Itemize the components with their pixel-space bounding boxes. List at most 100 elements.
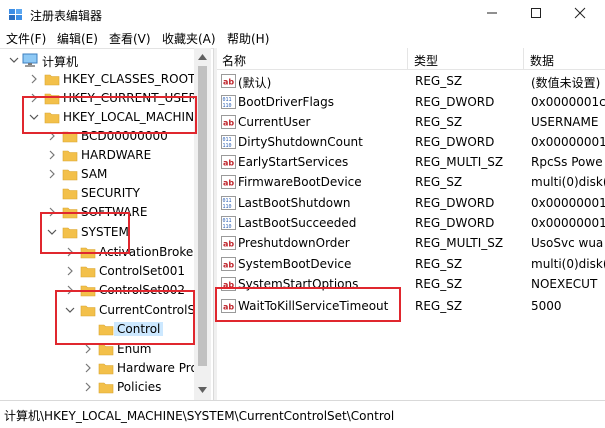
chevron-down-icon[interactable]: [46, 226, 58, 238]
value-row[interactable]: ab FirmwareBootDevice REG_SZ multi(0)dis…: [217, 172, 605, 192]
chevron-right-icon[interactable]: [46, 130, 58, 142]
window-title: 注册表编辑器: [30, 9, 103, 23]
value-row[interactable]: 011 110 LastBootSucceeded REG_DWORD 0x000…: [217, 213, 605, 233]
tree-label-selected: Control: [114, 322, 164, 336]
chevron-right-icon[interactable]: [64, 265, 76, 277]
folder-icon: [44, 93, 60, 105]
value-row[interactable]: ab SystemBootDevice REG_SZ multi(0)disk(: [217, 254, 605, 274]
chevron-right-icon[interactable]: [46, 149, 58, 161]
binary-value-icon: 011110: [221, 95, 236, 109]
value-data: UsoSvc wua: [531, 236, 604, 250]
tree-item-activationbroker[interactable]: ActivationBroker: [0, 243, 200, 263]
tree-item-software[interactable]: SOFTWARE: [0, 203, 200, 223]
value-data: 0x00000001: [531, 216, 605, 230]
value-type: REG_DWORD: [415, 196, 495, 210]
chevron-right-icon[interactable]: [82, 343, 94, 355]
tree-item-controlset001[interactable]: ControlSet001: [0, 262, 200, 282]
chevron-right-icon[interactable]: [64, 284, 76, 296]
value-name: WaitToKillServiceTimeout: [238, 299, 389, 313]
folder-icon: [62, 207, 78, 219]
value-data: (数值未设置): [531, 76, 601, 90]
value-row[interactable]: 011 110 LastBootShutdown REG_DWORD 0x0000…: [217, 193, 605, 213]
string-value-icon: ab: [221, 299, 236, 313]
value-row[interactable]: ab PreshutdownOrder REG_MULTI_SZ UsoSvc …: [217, 233, 605, 253]
string-value-icon: ab: [221, 175, 236, 189]
chevron-right-icon[interactable]: [28, 73, 40, 85]
chevron-right-icon[interactable]: [82, 381, 94, 393]
scroll-down-icon[interactable]: [197, 384, 208, 395]
chevron-down-icon[interactable]: [28, 111, 40, 123]
value-row[interactable]: ab WaitToKillServiceTimeout REG_SZ 5000: [217, 296, 605, 316]
tree-item-hkey-classes-root[interactable]: HKEY_CLASSES_ROOT: [0, 70, 200, 90]
value-list[interactable]: 名称 类型 数据 ab (默认) REG_SZ (数值未设置) 011 110 B…: [217, 48, 605, 400]
close-button[interactable]: [558, 0, 602, 26]
tree-item-currentcontrolset[interactable]: CurrentControlSe: [0, 301, 203, 321]
tree-item-system[interactable]: SYSTEM: [0, 223, 200, 243]
chevron-down-icon[interactable]: [64, 304, 76, 316]
value-type: REG_SZ: [415, 257, 463, 271]
value-row[interactable]: ab CurrentUser REG_SZ USERNAME: [217, 112, 605, 132]
tree-label: Policies: [117, 380, 162, 394]
tree-label: Hardware Pro: [117, 361, 198, 375]
value-data: multi(0)disk(: [531, 257, 605, 271]
tree-item-enum[interactable]: Enum: [0, 340, 200, 360]
tree-item-hardware[interactable]: HARDWARE: [0, 146, 200, 166]
value-data: 0x0000001c: [531, 95, 605, 109]
chevron-right-icon[interactable]: [46, 206, 58, 218]
tree-scrollbar[interactable]: [194, 48, 211, 400]
value-row[interactable]: 011 110 DirtyShutdownCount REG_DWORD 0x00…: [217, 132, 605, 152]
svg-text:110: 110: [223, 103, 232, 109]
tree-label: HKEY_CURRENT_USER: [63, 91, 197, 105]
tree-item-bcd[interactable]: BCD00000000: [0, 127, 200, 147]
menu-file[interactable]: 文件(F): [6, 30, 46, 47]
chevron-down-icon[interactable]: [8, 54, 20, 66]
registry-editor-window: 注册表编辑器 文件(F) 编辑(E) 查看(V) 收藏夹(A) 帮助(H) 计算…: [0, 0, 605, 428]
tree-item-controlset002[interactable]: ControlSet002: [0, 281, 200, 301]
chevron-right-icon[interactable]: [28, 92, 40, 104]
tree-item-hkey-current-user[interactable]: HKEY_CURRENT_USER: [0, 89, 200, 109]
value-row[interactable]: ab EarlyStartServices REG_MULTI_SZ RpcSs…: [217, 152, 605, 172]
column-header-name[interactable]: 名称: [222, 52, 246, 69]
column-header-data[interactable]: 数据: [530, 52, 554, 69]
string-value-icon: ab: [221, 277, 236, 291]
chevron-right-icon[interactable]: [82, 362, 94, 374]
tree-item-hardware-profiles[interactable]: Hardware Pro: [0, 359, 200, 379]
tree-item-control[interactable]: Control: [0, 320, 200, 340]
tree-item-security[interactable]: SECURITY: [0, 184, 200, 204]
value-name: LastBootSucceeded: [238, 216, 357, 230]
chevron-right-icon[interactable]: [64, 246, 76, 258]
tree-item-policies[interactable]: Policies: [0, 378, 200, 398]
tree-label: ControlSet002: [99, 283, 185, 297]
tree-item-computer[interactable]: 计算机: [0, 51, 200, 71]
list-header: 名称 类型 数据: [217, 48, 605, 70]
scroll-up-icon[interactable]: [197, 52, 208, 63]
folder-icon: [98, 344, 114, 356]
registry-tree[interactable]: 计算机 HKEY_CLASSES_ROOT HKEY_CURRENT_USER …: [0, 48, 213, 400]
column-divider[interactable]: [523, 48, 524, 70]
column-divider[interactable]: [407, 48, 408, 70]
value-name: BootDriverFlags: [238, 95, 335, 109]
value-row[interactable]: 011 110 BootDriverFlags REG_DWORD 0x00000…: [217, 92, 605, 112]
value-row[interactable]: ab SystemStartOptions REG_SZ NOEXECUT: [217, 274, 605, 294]
binary-value-icon: 011110: [221, 135, 236, 149]
string-value-icon: ab: [221, 236, 236, 250]
tree-item-sam[interactable]: SAM: [0, 165, 200, 185]
menu-help[interactable]: 帮助(H): [227, 30, 269, 47]
tree-item-hkey-local-machine[interactable]: HKEY_LOCAL_MACHINE: [0, 108, 202, 128]
folder-icon: [80, 285, 96, 297]
minimize-button[interactable]: [470, 0, 514, 26]
svg-text:ab: ab: [223, 179, 234, 188]
chevron-right-icon[interactable]: [46, 168, 58, 180]
folder-icon: [62, 131, 78, 143]
maximize-button[interactable]: [514, 0, 558, 26]
scroll-thumb[interactable]: [198, 66, 207, 366]
folder-icon: [62, 150, 78, 162]
value-name: FirmwareBootDevice: [238, 175, 362, 189]
menu-favorites[interactable]: 收藏夹(A): [162, 30, 216, 47]
column-header-type[interactable]: 类型: [414, 52, 438, 69]
value-data: 0x00000001: [531, 196, 605, 210]
tree-label: CurrentControlSe: [99, 303, 203, 317]
value-row[interactable]: ab (默认) REG_SZ (数值未设置): [217, 71, 605, 91]
menu-view[interactable]: 查看(V): [109, 30, 151, 47]
menu-edit[interactable]: 编辑(E): [57, 30, 98, 47]
